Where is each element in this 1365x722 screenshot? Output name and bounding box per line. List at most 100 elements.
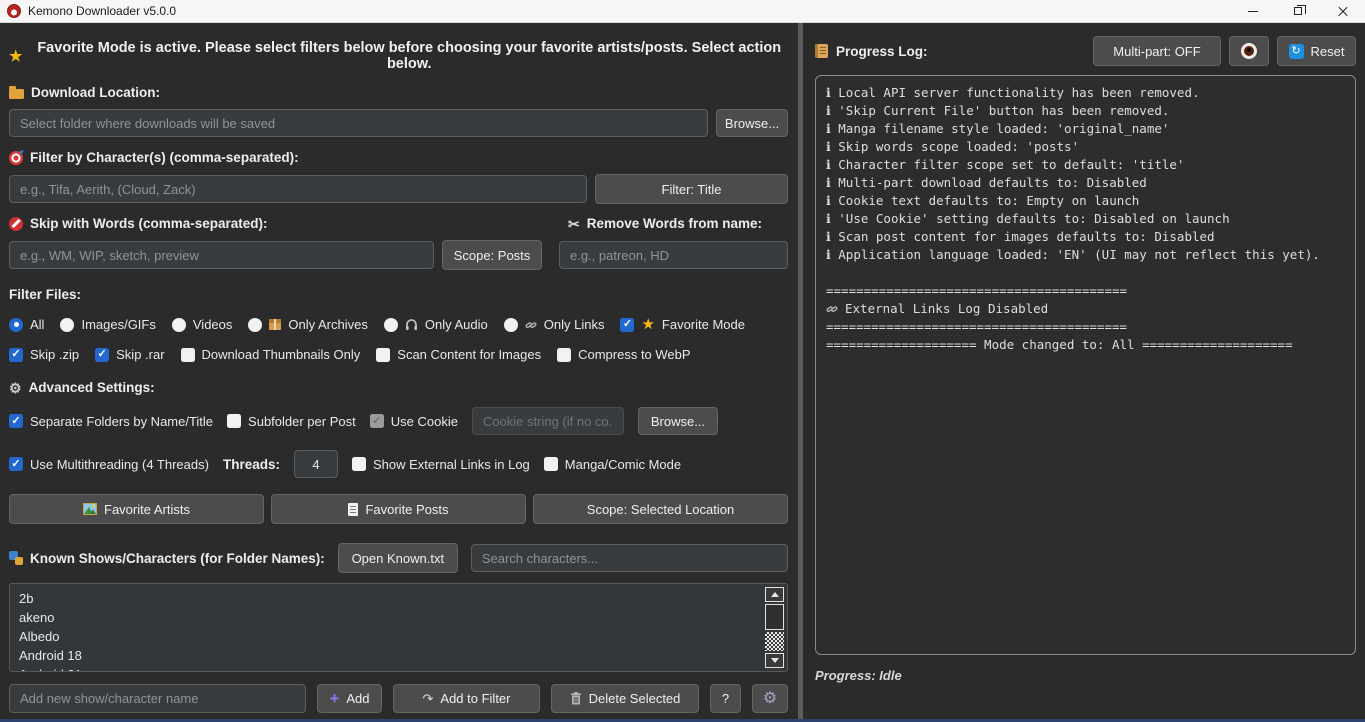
skip-zip-box bbox=[9, 348, 23, 362]
progress-log-label: Progress Log: bbox=[836, 44, 928, 59]
filter-scope-button[interactable]: Filter: Title bbox=[595, 174, 788, 204]
right-panel: Progress Log: Multi-part: OFF ↻ Reset ℹ … bbox=[806, 23, 1365, 719]
browse-location-button[interactable]: Browse... bbox=[716, 109, 788, 137]
advanced-settings-label-row: ⚙ Advanced Settings: bbox=[9, 380, 788, 395]
log-line: ℹ Application language loaded: 'EN' (UI … bbox=[826, 246, 1345, 264]
add-button[interactable]: + Add bbox=[317, 684, 382, 713]
radio-videos-circle bbox=[172, 318, 186, 332]
close-button[interactable] bbox=[1320, 0, 1365, 22]
target-icon bbox=[9, 151, 23, 165]
known-header-row: Known Shows/Characters (for Folder Names… bbox=[9, 543, 788, 573]
list-item[interactable]: 2b bbox=[19, 589, 778, 608]
list-item[interactable]: Android 21 bbox=[19, 665, 778, 672]
open-known-txt-button[interactable]: Open Known.txt bbox=[338, 543, 458, 573]
radio-all[interactable]: All bbox=[9, 317, 44, 332]
main-area: ★ Favorite Mode is active. Please select… bbox=[0, 23, 1365, 719]
show-external-links-checkbox[interactable]: Show External Links in Log bbox=[352, 457, 530, 472]
scroll-paper-icon bbox=[815, 44, 828, 58]
radio-videos[interactable]: Videos bbox=[172, 317, 233, 332]
panel-splitter[interactable] bbox=[798, 23, 803, 719]
subfolder-per-post-checkbox[interactable]: Subfolder per Post bbox=[227, 414, 356, 429]
search-characters-input[interactable] bbox=[471, 544, 788, 572]
separate-folders-checkbox[interactable]: Separate Folders by Name/Title bbox=[9, 414, 213, 429]
download-location-input[interactable] bbox=[9, 109, 708, 137]
list-item[interactable]: akeno bbox=[19, 608, 778, 627]
favorite-star-icon: ★ bbox=[641, 317, 654, 332]
close-icon bbox=[1338, 6, 1348, 16]
multipart-toggle-button[interactable]: Multi-part: OFF bbox=[1093, 36, 1221, 66]
skip-words-input[interactable] bbox=[9, 241, 434, 269]
character-filter-row: Filter: Title bbox=[9, 174, 788, 204]
plus-icon: + bbox=[329, 690, 339, 707]
reset-button[interactable]: ↻ Reset bbox=[1277, 36, 1356, 66]
window-controls bbox=[1230, 0, 1365, 22]
use-cookie-checkbox[interactable]: Use Cookie bbox=[370, 414, 458, 429]
folder-icon bbox=[9, 89, 24, 99]
minimize-button[interactable] bbox=[1230, 0, 1275, 22]
eye-toggle-button[interactable] bbox=[1229, 36, 1269, 66]
progress-status: Progress: Idle bbox=[815, 668, 1356, 683]
restore-button[interactable] bbox=[1275, 0, 1320, 22]
download-location-row: Browse... bbox=[9, 109, 788, 137]
scroll-down-button[interactable] bbox=[765, 653, 784, 668]
scroll-track[interactable] bbox=[765, 632, 784, 651]
list-item[interactable]: Android 18 bbox=[19, 646, 778, 665]
skip-zip-checkbox[interactable]: Skip .zip bbox=[9, 347, 79, 362]
separate-folders-box bbox=[9, 414, 23, 428]
radio-only-links[interactable]: Only Links bbox=[504, 317, 605, 332]
list-item[interactable]: Albedo bbox=[19, 627, 778, 646]
radio-only-archives[interactable]: Only Archives bbox=[248, 317, 367, 332]
restore-icon bbox=[1294, 7, 1302, 15]
favorite-artists-button[interactable]: Favorite Artists bbox=[9, 494, 264, 524]
radio-only-audio[interactable]: Only Audio bbox=[384, 317, 488, 332]
help-button[interactable]: ? bbox=[710, 684, 741, 713]
favorite-posts-button[interactable]: Favorite Posts bbox=[271, 494, 526, 524]
character-filter-input[interactable] bbox=[9, 175, 587, 203]
download-location-label: Download Location: bbox=[31, 85, 160, 100]
known-characters-list[interactable]: 2b akeno Albedo Android 18 Android 21 bbox=[9, 583, 788, 672]
add-character-input[interactable] bbox=[9, 684, 306, 713]
log-line: ℹ Skip words scope loaded: 'posts' bbox=[826, 138, 1345, 156]
no-entry-icon bbox=[9, 217, 23, 231]
known-shows-label-row: Known Shows/Characters (for Folder Names… bbox=[9, 551, 325, 566]
skip-rar-checkbox[interactable]: Skip .rar bbox=[95, 347, 164, 362]
radio-images-gifs[interactable]: Images/GIFs bbox=[60, 317, 155, 332]
progress-log-header: Progress Log: Multi-part: OFF ↻ Reset bbox=[815, 36, 1356, 66]
threads-input[interactable] bbox=[294, 450, 338, 478]
advanced-row-2: Use Multithreading (4 Threads) Threads: … bbox=[9, 450, 788, 478]
settings-button[interactable]: ⚙ bbox=[752, 684, 788, 713]
delete-selected-button[interactable]: Delete Selected bbox=[551, 684, 699, 713]
scroll-up-icon bbox=[771, 592, 779, 597]
minimize-icon bbox=[1248, 11, 1258, 12]
multithreading-checkbox[interactable]: Use Multithreading (4 Threads) bbox=[9, 457, 209, 472]
add-to-filter-button[interactable]: ↷ Add to Filter bbox=[393, 684, 540, 713]
remove-words-label-row: ✂ Remove Words from name: bbox=[568, 216, 762, 231]
document-icon bbox=[348, 503, 358, 516]
scope-selected-location-button[interactable]: Scope: Selected Location bbox=[533, 494, 788, 524]
favorite-actions-row: Favorite Artists Favorite Posts Scope: S… bbox=[9, 494, 788, 524]
scan-content-checkbox[interactable]: Scan Content for Images bbox=[376, 347, 541, 362]
gear-icon: ⚙ bbox=[9, 381, 22, 395]
advanced-row-1: Separate Folders by Name/Title Subfolder… bbox=[9, 407, 788, 435]
compress-webp-checkbox[interactable]: Compress to WebP bbox=[557, 347, 690, 362]
picture-icon bbox=[83, 503, 97, 515]
scissors-icon: ✂ bbox=[568, 217, 580, 231]
thumbnails-only-checkbox[interactable]: Download Thumbnails Only bbox=[181, 347, 361, 362]
skip-scope-button[interactable]: Scope: Posts bbox=[442, 240, 542, 270]
radio-links-circle bbox=[504, 318, 518, 332]
radio-audio-circle bbox=[384, 318, 398, 332]
scroll-up-button[interactable] bbox=[765, 587, 784, 602]
radio-images-circle bbox=[60, 318, 74, 332]
list-scrollbar[interactable] bbox=[765, 587, 784, 668]
favorite-mode-checkbox[interactable]: ★ Favorite Mode bbox=[620, 317, 745, 332]
reset-icon: ↻ bbox=[1289, 44, 1304, 59]
manga-mode-checkbox[interactable]: Manga/Comic Mode bbox=[544, 457, 681, 472]
remove-words-input[interactable] bbox=[559, 241, 788, 269]
eye-icon bbox=[1241, 43, 1257, 59]
link-icon bbox=[826, 303, 838, 315]
progress-log-output[interactable]: ℹ Local API server functionality has bee… bbox=[815, 75, 1356, 655]
star-icon: ★ bbox=[9, 49, 22, 64]
scroll-thumb[interactable] bbox=[765, 604, 784, 630]
cookie-string-input[interactable] bbox=[472, 407, 624, 435]
browse-cookie-button[interactable]: Browse... bbox=[638, 407, 718, 435]
